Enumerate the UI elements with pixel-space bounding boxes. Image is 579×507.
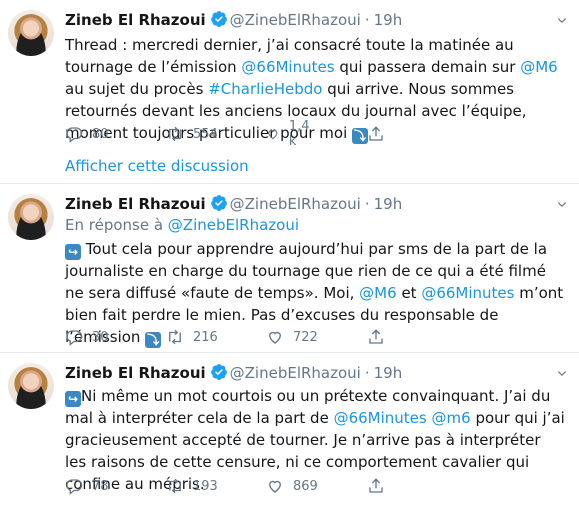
reply-prefix: En réponse à [65, 216, 168, 234]
mention-link[interactable]: @66Minutes [334, 409, 427, 427]
heart-icon [269, 331, 281, 344]
arrow-down-emoji-icon: ⤵ [145, 332, 162, 348]
separator-dot: · [364, 195, 370, 213]
reply-to-link[interactable]: @ZinebElRhazoui [168, 216, 299, 234]
mention-link[interactable]: @M6 [520, 58, 558, 76]
reply-button[interactable]: 78 [65, 476, 109, 496]
author-name[interactable]: Zineb El Rhazoui [65, 364, 206, 382]
reply-count: 30 [92, 329, 109, 345]
heart-icon [269, 480, 281, 493]
arrow-right-hook-emoji-icon: ↪ [65, 391, 81, 407]
author-handle[interactable]: @ZinebElRhazoui [230, 195, 361, 213]
share-button[interactable] [367, 124, 394, 144]
arrow-down-emoji-icon: ⤵ [352, 128, 368, 144]
avatar[interactable] [8, 194, 54, 240]
chevron-down-icon[interactable] [555, 14, 569, 28]
retweet-count: 193 [193, 478, 218, 494]
mention-link[interactable]: @m6 [432, 409, 471, 427]
tweet[interactable]: Zineb El Rhazoui @ZinebElRhazoui · 19h ↪ Ni … [0, 353, 579, 507]
tweet-text: Thread : mercredi dernier, j’ai consacré… [65, 34, 565, 144]
reply-icon [66, 479, 83, 495]
retweet-button[interactable]: 216 [166, 327, 218, 347]
chevron-down-icon[interactable] [555, 198, 569, 212]
text-part: qui passera demain sur [334, 58, 521, 76]
retweet-count: 216 [193, 329, 218, 345]
tweet-time[interactable]: 19h [374, 195, 403, 213]
reply-button[interactable]: 30 [65, 327, 109, 347]
heart-icon [268, 130, 278, 140]
reply-context: En réponse à @ZinebElRhazoui [65, 215, 299, 235]
avatar[interactable] [8, 10, 54, 56]
verified-badge-icon [210, 195, 227, 211]
text-part: et [396, 284, 422, 302]
text-part: au sujet du procès [65, 80, 209, 98]
like-count: 722 [293, 329, 318, 345]
like-button[interactable]: 1,4 k [266, 119, 314, 149]
author-handle[interactable]: @ZinebElRhazoui [230, 364, 361, 382]
verified-badge-icon [210, 11, 227, 27]
like-button[interactable]: 722 [266, 327, 318, 347]
retweet-icon [169, 126, 181, 142]
tweet-header: Zineb El Rhazoui @ZinebElRhazoui · 19h [65, 194, 402, 214]
retweet-icon [169, 329, 181, 345]
share-icon [369, 126, 383, 141]
verified-badge-icon [210, 364, 227, 380]
share-button[interactable] [367, 327, 394, 347]
tweet-time[interactable]: 19h [374, 364, 403, 382]
tweet-header: Zineb El Rhazoui @ZinebElRhazoui · 19h [65, 10, 402, 30]
chevron-down-icon[interactable] [555, 367, 569, 381]
mention-link[interactable]: @66Minutes [241, 58, 334, 76]
retweet-count: 554 [193, 126, 218, 142]
show-thread-link[interactable]: Afficher cette discussion [65, 156, 249, 176]
tweet[interactable]: Zineb El Rhazoui @ZinebElRhazoui · 19h En r… [0, 184, 579, 354]
like-count: 1,4 k [288, 119, 310, 149]
retweet-button[interactable]: 554 [166, 124, 218, 144]
reply-icon [66, 127, 83, 143]
reply-button[interactable]: 80 [65, 124, 109, 144]
share-button[interactable] [367, 476, 394, 496]
separator-dot: · [364, 11, 370, 29]
reply-count: 78 [92, 478, 109, 494]
tweet[interactable]: Zineb El Rhazoui @ZinebElRhazoui · 19h Thre… [0, 0, 579, 175]
mention-link[interactable]: @M6 [359, 284, 397, 302]
like-count: 869 [293, 478, 318, 494]
tweet-time[interactable]: 19h [374, 11, 403, 29]
arrow-right-hook-emoji-icon: ↪ [65, 244, 81, 260]
tweet-header: Zineb El Rhazoui @ZinebElRhazoui · 19h [65, 363, 402, 383]
share-icon [369, 329, 383, 344]
share-icon [369, 478, 383, 493]
reply-icon [66, 330, 83, 346]
retweet-icon [169, 478, 181, 494]
reply-count: 80 [92, 126, 109, 142]
mention-link[interactable]: @66Minutes [421, 284, 514, 302]
like-button[interactable]: 869 [266, 476, 318, 496]
retweet-button[interactable]: 193 [166, 476, 218, 496]
separator-dot: · [364, 364, 370, 382]
author-name[interactable]: Zineb El Rhazoui [65, 195, 206, 213]
author-handle[interactable]: @ZinebElRhazoui [230, 11, 361, 29]
hashtag-link[interactable]: #CharlieHebdo [208, 80, 322, 98]
avatar[interactable] [8, 363, 54, 409]
author-name[interactable]: Zineb El Rhazoui [65, 11, 206, 29]
